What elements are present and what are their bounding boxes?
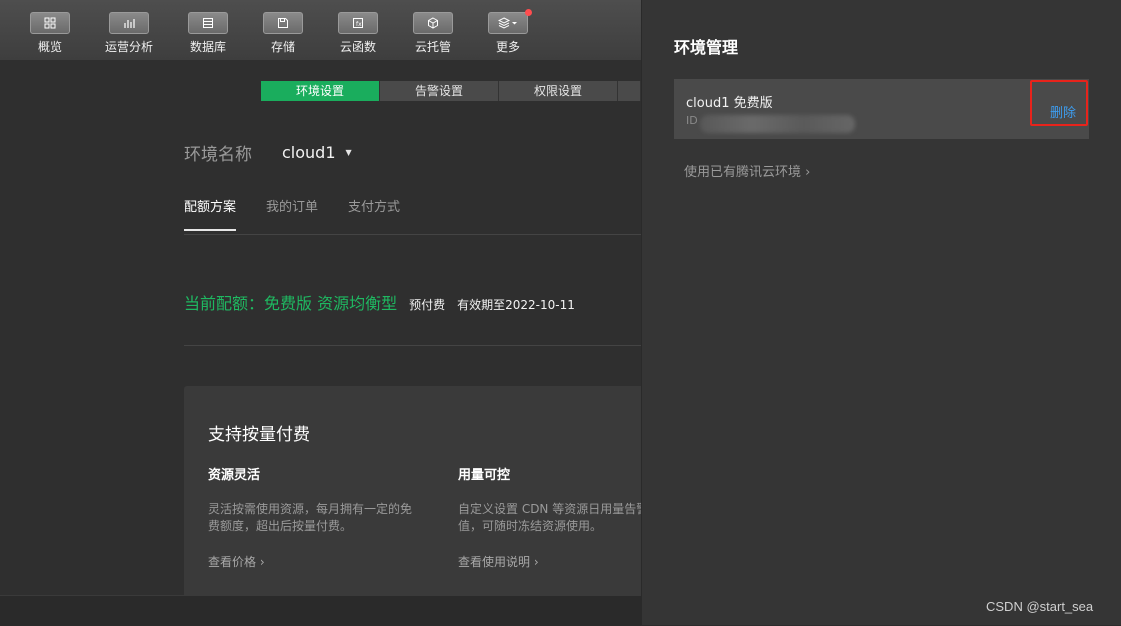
divider [184,345,641,346]
use-existing-tencent-env-link[interactable]: 使用已有腾讯云环境 › [684,161,810,180]
subtab-payment-method[interactable]: 支付方式 [348,196,400,231]
view-price-link[interactable]: 查看价格 › [208,553,418,570]
validity-text: 有效期至2022-10-11 [457,298,575,312]
database-icon [188,12,228,34]
toolbar-label: 存储 [270,40,295,54]
save-icon [263,12,303,34]
card-title: 支持按量付费 [208,425,310,445]
feature-flexible-resources: 资源灵活 灵活按需使用资源，每月拥有一定的免费额度，超出后按量付费。 查看价格 … [208,464,418,570]
toolbar-cloudrun[interactable]: 云托管 [403,12,463,55]
grid-icon [30,12,70,34]
quota-plan-text: 当前配额：免费版 资源均衡型 [184,294,398,313]
quota-subtabs: 配额方案 我的订单 支付方式 [184,196,430,231]
feature-title: 用量可控 [458,468,511,483]
toolbar-label: 更多 [495,40,520,54]
environment-name: cloud1 免费版 [686,96,773,111]
watermark: CSDN @start_sea [986,599,1094,614]
environment-selector: 环境名称 cloud1 ▼ [184,140,352,165]
tab-permission-settings[interactable]: 权限设置 [499,81,618,101]
view-usage-guide-link[interactable]: 查看使用说明 › [458,553,641,570]
toolbar-label: 云函数 [339,40,376,54]
feature-title: 资源灵活 [208,468,261,483]
toolbar-more[interactable]: 更多 [478,9,538,55]
main-content: 环境设置 告警设置 权限设置 环境名称 cloud1 ▼ 配额方案 我的订单 支… [0,60,641,595]
environment-id-label: ID [686,114,698,127]
current-quota: 当前配额：免费版 资源均衡型 预付费 有效期至2022-10-11 [184,290,575,314]
feature-usage-control: 用量可控 自定义设置 CDN 等资源日用量告警阈值，可随时冻结资源使用。 查看使… [458,464,641,570]
environment-label: 环境名称 [184,145,252,165]
bar-chart-icon [109,12,149,34]
delete-button[interactable]: 删除 [1050,102,1076,121]
toolbar-label: 数据库 [189,40,226,54]
tab-alert-settings[interactable]: 告警设置 [380,81,499,101]
environment-dropdown[interactable]: cloud1 [282,143,336,162]
toolbar-label: 云托管 [414,40,451,54]
panel-title: 环境管理 [674,38,739,57]
environment-id-redacted [700,115,855,133]
toolbar-database[interactable]: 数据库 [178,12,238,55]
environment-management-panel: 环境管理 cloud1 免费版 ID 删除 使用已有腾讯云环境 › [641,0,1121,625]
feature-description: 自定义设置 CDN 等资源日用量告警阈值，可随时冻结资源使用。 [458,502,641,533]
toolbar-functions[interactable]: fx 云函数 [328,12,388,55]
svg-text:fx: fx [356,21,362,28]
toolbar-analytics[interactable]: 运营分析 [99,12,159,55]
prepay-label: 预付费 [409,298,446,312]
bottom-bar [0,595,641,626]
cube-icon [413,12,453,34]
pay-as-you-go-card: 支持按量付费 资源灵活 灵活按需使用资源，每月拥有一定的免费额度，超出后按量付费… [184,386,641,595]
subtab-quota-plan[interactable]: 配额方案 [184,196,237,231]
notification-dot [525,9,532,16]
toolbar-overview[interactable]: 概览 [20,12,80,55]
toolbar-storage[interactable]: 存储 [253,12,313,55]
tab-overflow [618,81,641,101]
tab-environment-settings[interactable]: 环境设置 [261,81,380,101]
settings-tabs: 环境设置 告警设置 权限设置 [261,81,641,101]
toolbar-label: 运营分析 [104,40,153,54]
subtab-my-orders[interactable]: 我的订单 [266,196,318,231]
top-toolbar: 概览 运营分析 数据库 存储 fx 云函数 云托管 更多 [0,0,641,60]
environment-card: cloud1 免费版 ID [674,79,1089,139]
function-icon: fx [338,12,378,34]
caret-down-icon[interactable]: ▼ [346,148,352,157]
layers-icon [488,9,532,34]
toolbar-label: 概览 [37,40,62,54]
divider [184,234,641,235]
feature-description: 灵活按需使用资源，每月拥有一定的免费额度，超出后按量付费。 [208,502,413,533]
